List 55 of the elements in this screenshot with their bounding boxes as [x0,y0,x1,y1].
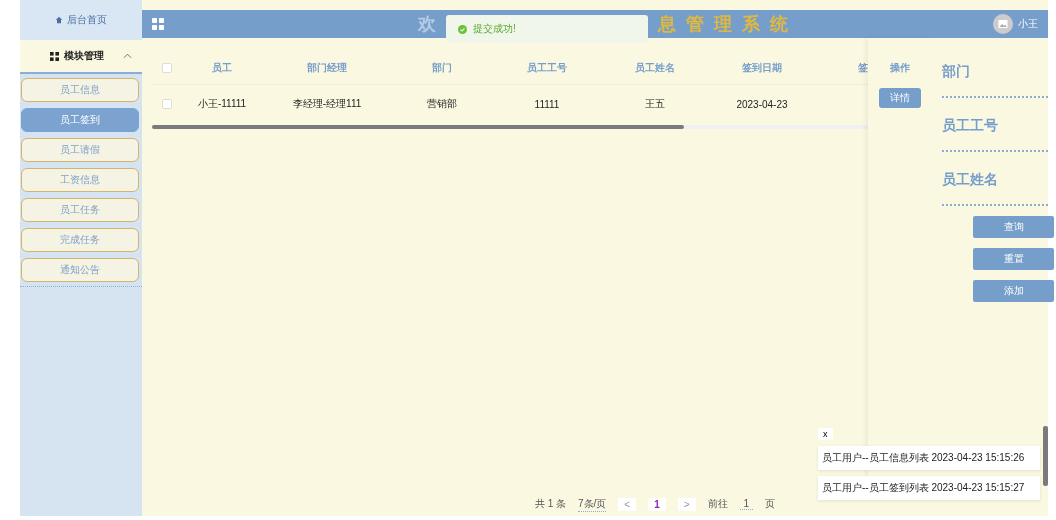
menu-group[interactable]: 模块管理 [20,40,142,74]
checkbox[interactable] [162,63,172,73]
sidebar-item[interactable]: 员工签到 [21,108,139,132]
notification-item[interactable]: 员工用户--员工签到列表 2023-04-23 15:15:27 [818,476,1040,500]
sidebar-item[interactable]: 员工信息 [21,78,139,102]
column-header: 签到日期 [741,61,783,75]
search-panel-button[interactable]: 查询 [973,216,1054,238]
page-unit: 页 [765,497,776,511]
table-cell-text: 2023-04-23 [735,98,789,110]
search-field[interactable]: 员工姓名 [942,156,1048,206]
column-header: 签 [857,61,868,75]
sidebar-item[interactable]: 通知公告 [21,258,139,282]
page-size-select[interactable]: 7条/页 [578,496,607,512]
user-name[interactable]: 小王 [1018,17,1038,31]
sidebar-item[interactable]: 工资信息 [21,168,139,192]
sidebar-item[interactable]: 完成任务 [21,228,139,252]
table-cell-text: 11111 [533,98,561,110]
check-circle-icon [458,24,467,34]
title-text: 息管理系统 [658,13,798,36]
search-panel-button[interactable]: 重置 [973,248,1054,270]
table-cell-text: 小王-11111 [196,97,248,111]
page-number[interactable]: 1 [648,497,666,511]
search-field[interactable]: 员工工号 [942,102,1048,152]
close-button[interactable]: x [818,428,833,440]
sidebar-item[interactable]: 员工任务 [21,198,139,222]
column-header: 操作 [890,61,910,75]
detail-button[interactable]: 详情 [879,88,921,108]
goto-label: 前往 [707,497,728,511]
avatar-icon[interactable] [993,14,1013,34]
title-text: 欢 [418,13,436,36]
search-panel-button[interactable]: 添加 [973,280,1054,302]
notification-item[interactable]: 员工用户--员工信息列表 2023-04-23 15:15:26 [818,446,1040,470]
column-header: 部门 [431,61,453,75]
table-cell-text: 李经理-经理111 [291,97,363,111]
toast-message: 提交成功! [473,22,516,36]
total-count: 共 1 条 [534,497,566,511]
prev-page-button[interactable]: < [618,497,637,511]
grid-icon [50,51,59,61]
home-icon [55,16,63,24]
column-header: 部门经理 [306,61,348,75]
table-cell-text: 营销部 [426,97,458,111]
next-page-button[interactable]: > [677,497,696,511]
scrollbar-thumb[interactable] [1043,426,1048,486]
column-header: 员工姓名 [633,61,676,75]
column-header: 员工工号 [526,61,568,75]
sidebar-item[interactable]: 员工请假 [21,138,139,162]
grid-icon [152,18,164,30]
menu-group-label: 模块管理 [64,49,104,63]
search-field[interactable]: 部门 [942,48,1048,98]
table-cell-text: 王五 [643,97,666,111]
caret-icon [123,53,132,59]
goto-input[interactable]: 1 [739,498,754,510]
scrollbar-thumb[interactable] [152,125,684,129]
column-header: 员工 [211,61,233,75]
checkbox[interactable] [162,99,172,109]
